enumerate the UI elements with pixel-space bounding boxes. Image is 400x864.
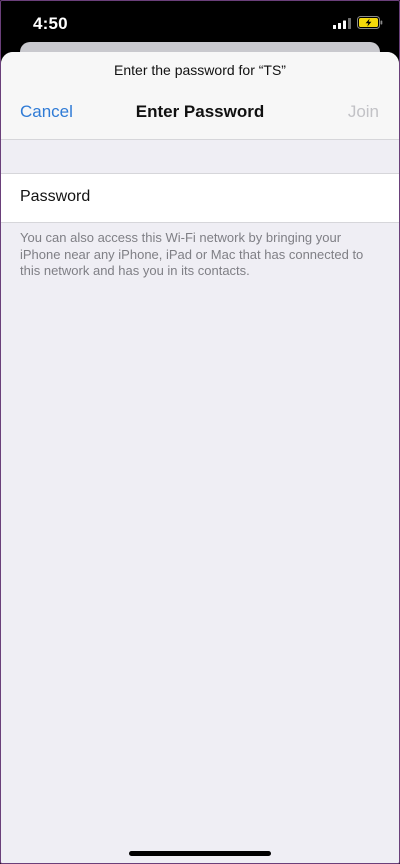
cancel-button[interactable]: Cancel <box>20 102 73 122</box>
password-sheet: Enter the password for “TS” Cancel Enter… <box>1 52 399 863</box>
status-time: 4:50 <box>33 14 68 33</box>
status-bar: 4:50 <box>0 0 400 44</box>
sheet-header: Enter the password for “TS” Cancel Enter… <box>1 52 399 140</box>
battery-charging-icon <box>357 16 383 29</box>
password-row[interactable]: Password <box>1 173 399 223</box>
network-prompt: Enter the password for “TS” <box>114 62 286 78</box>
password-field[interactable] <box>121 182 385 216</box>
password-sharing-footnote: You can also access this Wi-Fi network b… <box>20 230 364 278</box>
home-indicator[interactable] <box>129 851 271 856</box>
password-label: Password <box>20 188 91 205</box>
join-button[interactable]: Join <box>348 102 379 122</box>
cellular-signal-icon <box>333 18 351 29</box>
